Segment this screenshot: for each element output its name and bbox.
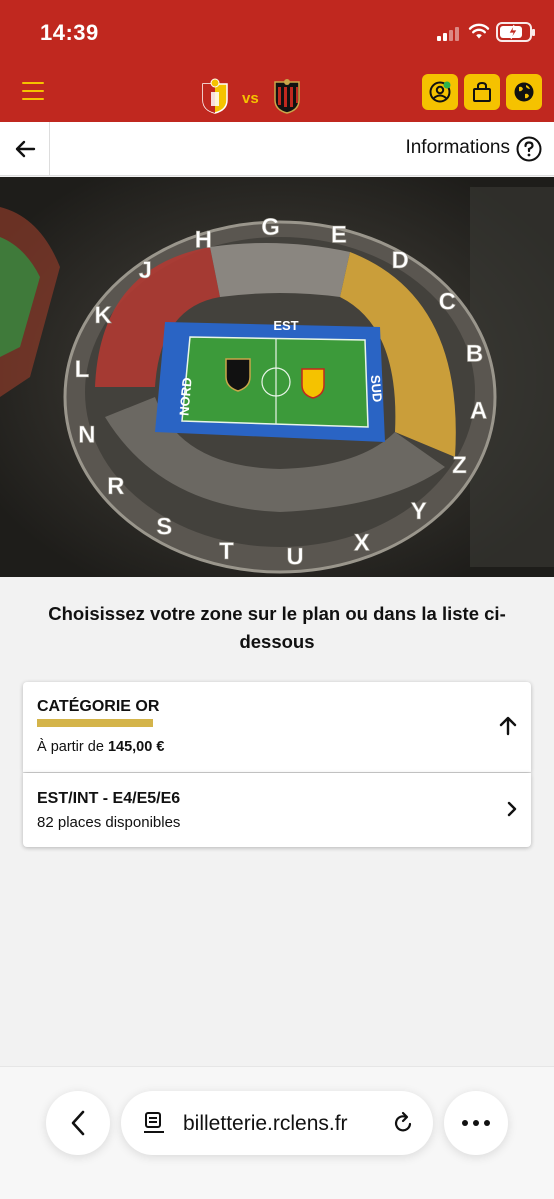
stadium-map[interactable]: EST NORD SUD LKJHGEDCBAZYXUTSRN bbox=[0, 177, 554, 577]
wifi-icon bbox=[468, 23, 490, 39]
rc-lens-crest-icon bbox=[202, 78, 228, 114]
arrow-left-icon bbox=[15, 140, 35, 157]
block-letter-a[interactable]: A bbox=[470, 397, 488, 425]
basket-icon bbox=[473, 81, 491, 102]
app-header: vs bbox=[0, 66, 554, 122]
block-letter-l[interactable]: L bbox=[74, 356, 90, 384]
category-accordion-header[interactable]: CATÉGORIE OR À partir de 145,00 € bbox=[23, 682, 531, 772]
chevron-right-icon bbox=[507, 801, 517, 817]
information-link[interactable]: Informations bbox=[405, 137, 510, 159]
address-bar[interactable]: billetterie.rclens.fr bbox=[121, 1091, 433, 1155]
url-text: billetterie.rclens.fr bbox=[183, 1112, 348, 1135]
browser-toolbar: billetterie.rclens.fr bbox=[0, 1066, 554, 1199]
block-letter-z[interactable]: Z bbox=[452, 452, 467, 480]
block-letter-r[interactable]: R bbox=[107, 473, 125, 501]
block-letter-k[interactable]: K bbox=[94, 302, 113, 330]
ogc-nice-crest-icon bbox=[274, 79, 300, 114]
zone-selection-headline: Choisissez votre zone sur le plan ou dan… bbox=[48, 603, 506, 652]
block-letter-t[interactable]: T bbox=[219, 538, 235, 566]
block-letter-s[interactable]: S bbox=[156, 513, 173, 541]
block-letter-y[interactable]: Y bbox=[410, 497, 427, 525]
zone-list-item[interactable]: EST/INT - E4/E5/E6 82 places disponibles bbox=[23, 773, 531, 847]
battery-icon bbox=[496, 22, 535, 42]
price-prefix: À partir de bbox=[37, 739, 104, 755]
status-time: 14:39 bbox=[40, 20, 99, 45]
question-circle-icon[interactable] bbox=[516, 136, 542, 162]
block-letter-u[interactable]: U bbox=[286, 543, 304, 571]
chevron-left-icon bbox=[71, 1110, 85, 1136]
zone-availability: 82 places disponibles bbox=[37, 814, 181, 831]
page-menu-icon[interactable] bbox=[143, 1111, 165, 1135]
category-title: CATÉGORIE OR bbox=[37, 698, 160, 715]
category-price: À partir de 145,00 € bbox=[37, 739, 164, 755]
block-letter-d[interactable]: D bbox=[391, 247, 409, 275]
menu-icon[interactable] bbox=[22, 82, 44, 100]
price-value: 145,00 € bbox=[107, 739, 165, 755]
block-letter-c[interactable]: C bbox=[438, 288, 456, 316]
browser-more-button[interactable] bbox=[444, 1091, 508, 1155]
stand-label-south: SUD bbox=[368, 374, 385, 403]
nav-bar: Informations bbox=[0, 122, 554, 176]
account-icon bbox=[429, 81, 451, 103]
cellular-signal-icon bbox=[437, 25, 463, 41]
basket-button[interactable] bbox=[464, 74, 500, 110]
block-letter-e[interactable]: E bbox=[331, 221, 348, 249]
account-button[interactable] bbox=[422, 74, 458, 110]
category-color-bar bbox=[37, 719, 153, 727]
status-bar: 14:39 bbox=[0, 0, 554, 66]
browser-back-button[interactable] bbox=[46, 1091, 110, 1155]
arrow-up-icon[interactable] bbox=[499, 716, 517, 736]
back-button[interactable] bbox=[0, 122, 50, 175]
more-dots-icon bbox=[462, 1120, 490, 1126]
language-globe-icon bbox=[514, 82, 534, 102]
block-letter-j[interactable]: J bbox=[138, 257, 152, 285]
block-letter-b[interactable]: B bbox=[466, 340, 484, 368]
reload-icon[interactable] bbox=[391, 1111, 415, 1135]
block-letter-n[interactable]: N bbox=[78, 421, 96, 449]
block-letter-g[interactable]: G bbox=[261, 214, 280, 242]
block-letter-h[interactable]: H bbox=[194, 226, 212, 254]
block-letter-x[interactable]: X bbox=[353, 529, 370, 557]
stadium-map-graphic[interactable]: EST NORD SUD LKJH G EDCBAZYXUTSRN bbox=[0, 177, 554, 577]
stand-label-east: EST bbox=[273, 318, 298, 333]
versus-label: vs bbox=[242, 90, 259, 107]
zone-title: EST/INT - E4/E5/E6 bbox=[37, 790, 181, 807]
language-button[interactable] bbox=[506, 74, 542, 110]
